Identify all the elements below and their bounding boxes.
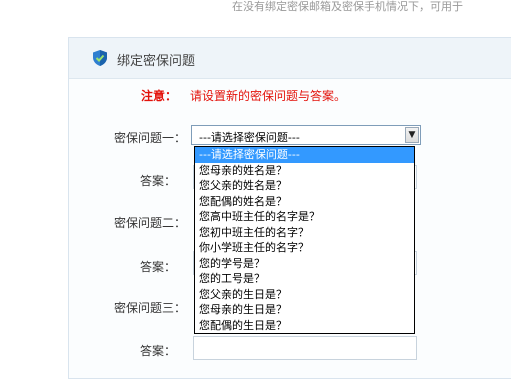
question2-label: 密保问题二：: [113, 216, 186, 230]
notice-text: 请设置新的密保问题与答案。: [190, 89, 347, 103]
dropdown-option[interactable]: 您的工号是？: [195, 271, 414, 287]
notice-label: 注意：: [141, 89, 178, 103]
question3-label: 密保问题三：: [113, 301, 186, 315]
question1-label: 密保问题一：: [113, 131, 186, 145]
top-note: 在没有绑定密保邮箱及密保手机情况下，可用于: [232, 0, 463, 13]
answer2-label: 答案：: [139, 260, 176, 274]
answer3-input[interactable]: [193, 336, 417, 360]
dropdown-option[interactable]: 您母亲的生日是？: [195, 302, 414, 318]
dropdown-option[interactable]: 你小学班主任的名字？: [195, 240, 414, 256]
panel-header: 绑定密保问题: [69, 38, 511, 79]
answer3-label: 答案：: [139, 344, 176, 358]
question1-select[interactable]: ---请选择密保问题--- ▼: [191, 125, 421, 145]
question1-select-value: ---请选择密保问题---: [199, 131, 300, 144]
dropdown-option[interactable]: 您的学号是？: [195, 256, 414, 272]
dropdown-option[interactable]: ---请选择密保问题---: [195, 147, 414, 163]
panel-title: 绑定密保问题: [117, 54, 196, 69]
dropdown-option[interactable]: 您初中班主任的名字？: [195, 225, 414, 241]
dropdown-option[interactable]: 您母亲的姓名是？: [195, 163, 414, 179]
question1-dropdown-list[interactable]: ---请选择密保问题--- 您母亲的姓名是？ 您父亲的姓名是？ 您配偶的姓名是？…: [194, 146, 415, 334]
answer1-label: 答案：: [139, 174, 176, 188]
dropdown-option[interactable]: 您配偶的姓名是？: [195, 194, 414, 210]
chevron-down-icon[interactable]: ▼: [405, 127, 419, 143]
shield-icon: [93, 50, 107, 66]
dropdown-option[interactable]: 您配偶的生日是？: [195, 318, 414, 334]
dropdown-option[interactable]: 您父亲的生日是？: [195, 287, 414, 303]
dropdown-option[interactable]: 您高中班主任的名字是？: [195, 209, 414, 225]
dropdown-option[interactable]: 您父亲的姓名是？: [195, 178, 414, 194]
